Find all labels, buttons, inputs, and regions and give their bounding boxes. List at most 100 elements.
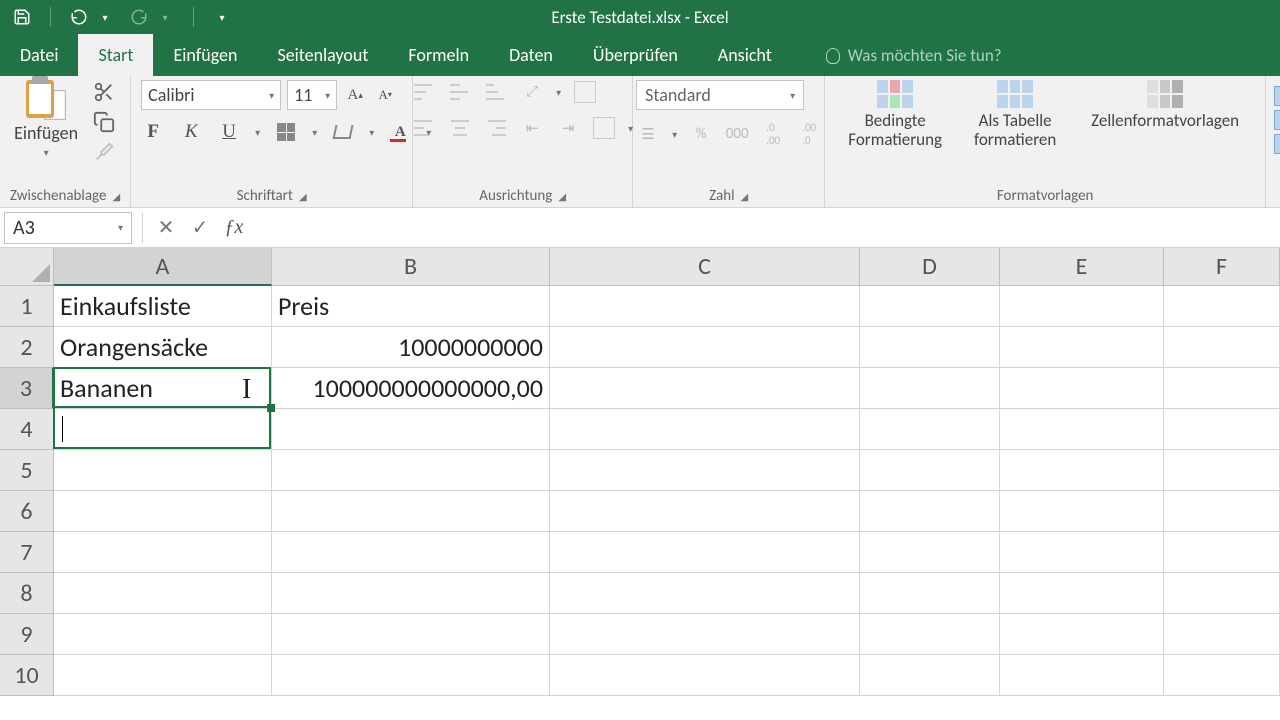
align-top-button[interactable] — [412, 80, 436, 104]
cell-B10[interactable] — [272, 655, 550, 696]
wrap-text-button[interactable] — [573, 80, 597, 104]
cell-E9[interactable] — [1000, 614, 1164, 655]
align-middle-button[interactable] — [448, 80, 472, 104]
cell-B2[interactable]: 10000000000 — [272, 327, 550, 368]
cell-F3[interactable] — [1164, 368, 1280, 409]
chevron-down-icon[interactable]: ▾ — [255, 126, 260, 139]
align-bottom-button[interactable] — [484, 80, 508, 104]
fill-color-button[interactable] — [331, 120, 355, 144]
cell-E8[interactable] — [1000, 573, 1164, 614]
increase-decimal-button[interactable]: .0.00 — [761, 122, 785, 146]
tab-insert[interactable]: Einfügen — [153, 34, 257, 76]
decrease-indent-button[interactable]: ⇤ — [520, 116, 544, 140]
conditional-formatting-button[interactable]: Bedingte Formatierung — [835, 80, 955, 149]
cell-C1[interactable] — [550, 286, 860, 327]
tab-pagelayout[interactable]: Seitenlayout — [257, 34, 388, 76]
name-box[interactable]: A3 ▾ — [4, 212, 132, 244]
chevron-down-icon[interactable]: ▾ — [369, 126, 374, 139]
cell-B3[interactable]: 100000000000000,00 — [272, 368, 550, 409]
cell-F1[interactable] — [1164, 286, 1280, 327]
column-header-A[interactable]: A — [54, 248, 272, 286]
tab-file[interactable]: Datei — [0, 34, 78, 76]
cell-F2[interactable] — [1164, 327, 1280, 368]
align-left-button[interactable] — [412, 116, 436, 140]
cell-B1[interactable]: Preis — [272, 286, 550, 327]
cell-styles-button[interactable]: Zellenformatvorlagen — [1075, 80, 1255, 131]
cell-A2[interactable]: Orangensäcke — [54, 327, 272, 368]
cell-C5[interactable] — [550, 450, 860, 491]
cell-E2[interactable] — [1000, 327, 1164, 368]
cell-C2[interactable] — [550, 327, 860, 368]
column-header-E[interactable]: E — [1000, 248, 1164, 286]
undo-dropdown-icon[interactable]: ▾ — [95, 7, 115, 27]
row-header-10[interactable]: 10 — [0, 655, 54, 696]
tab-formulas[interactable]: Formeln — [388, 34, 489, 76]
redo-dropdown-icon[interactable]: ▾ — [155, 7, 175, 27]
cell-D6[interactable] — [860, 491, 1000, 532]
borders-button[interactable] — [274, 120, 298, 144]
increase-indent-button[interactable]: ⇥ — [556, 116, 580, 140]
select-all-corner[interactable] — [0, 248, 54, 286]
cell-E1[interactable] — [1000, 286, 1164, 327]
cell-E7[interactable] — [1000, 532, 1164, 573]
row-header-8[interactable]: 8 — [0, 573, 54, 614]
tab-data[interactable]: Daten — [489, 34, 573, 76]
cell-E4[interactable] — [1000, 409, 1164, 450]
cell-E3[interactable] — [1000, 368, 1164, 409]
bold-button[interactable]: F — [141, 120, 165, 144]
row-header-5[interactable]: 5 — [0, 450, 54, 491]
cell-A9[interactable] — [54, 614, 272, 655]
font-color-button[interactable]: A — [388, 120, 412, 144]
cell-E6[interactable] — [1000, 491, 1164, 532]
orientation-button[interactable]: ⤢ — [520, 80, 544, 104]
cell-C4[interactable] — [550, 409, 860, 450]
format-as-table-button[interactable]: Als Tabelle formatieren — [955, 80, 1075, 149]
chevron-down-icon[interactable]: ▾ — [312, 126, 317, 139]
cell-A4[interactable] — [54, 409, 272, 450]
cell-F5[interactable] — [1164, 450, 1280, 491]
cell-D9[interactable] — [860, 614, 1000, 655]
cell-D8[interactable] — [860, 573, 1000, 614]
decrease-font-button[interactable]: A▾ — [373, 83, 397, 107]
cell-A3[interactable]: Bananen — [54, 368, 272, 409]
cell-B8[interactable] — [272, 573, 550, 614]
tell-me[interactable]: Was möchten Sie tun? — [806, 35, 1022, 76]
cell-D10[interactable] — [860, 655, 1000, 696]
cell-A8[interactable] — [54, 573, 272, 614]
tab-view[interactable]: Ansicht — [698, 34, 792, 76]
decrease-decimal-button[interactable]: .00.0 — [797, 122, 821, 146]
column-header-D[interactable]: D — [860, 248, 1000, 286]
cell-F8[interactable] — [1164, 573, 1280, 614]
column-header-C[interactable]: C — [550, 248, 860, 286]
cell-F4[interactable] — [1164, 409, 1280, 450]
format-cells-icon[interactable] — [1274, 134, 1280, 154]
cell-C9[interactable] — [550, 614, 860, 655]
formula-input[interactable] — [251, 212, 1280, 244]
underline-button[interactable]: U — [217, 120, 241, 144]
copy-button[interactable] — [92, 110, 116, 134]
save-icon[interactable] — [12, 7, 32, 27]
cell-D1[interactable] — [860, 286, 1000, 327]
chevron-down-icon[interactable]: ▾ — [556, 86, 561, 99]
cell-F6[interactable] — [1164, 491, 1280, 532]
cell-B6[interactable] — [272, 491, 550, 532]
row-header-7[interactable]: 7 — [0, 532, 54, 573]
cell-D4[interactable] — [860, 409, 1000, 450]
cell-F7[interactable] — [1164, 532, 1280, 573]
undo-icon[interactable] — [69, 7, 89, 27]
accounting-format-button[interactable]: ☰ — [636, 122, 660, 146]
column-header-B[interactable]: B — [272, 248, 550, 286]
increase-font-button[interactable]: A▴ — [343, 83, 367, 107]
cell-B4[interactable] — [272, 409, 550, 450]
dialog-launcher-icon[interactable]: ◢ — [741, 190, 749, 203]
merge-button[interactable] — [592, 116, 616, 140]
chevron-down-icon[interactable]: ▾ — [672, 128, 677, 141]
tab-home[interactable]: Start — [78, 34, 153, 76]
dialog-launcher-icon[interactable]: ◢ — [299, 190, 307, 203]
column-header-F[interactable]: F — [1164, 248, 1280, 286]
format-painter-button[interactable] — [92, 140, 116, 164]
cell-E5[interactable] — [1000, 450, 1164, 491]
dialog-launcher-icon[interactable]: ◢ — [558, 190, 566, 203]
paste-button[interactable]: Einfügen ▾ — [14, 80, 78, 159]
cell-E10[interactable] — [1000, 655, 1164, 696]
